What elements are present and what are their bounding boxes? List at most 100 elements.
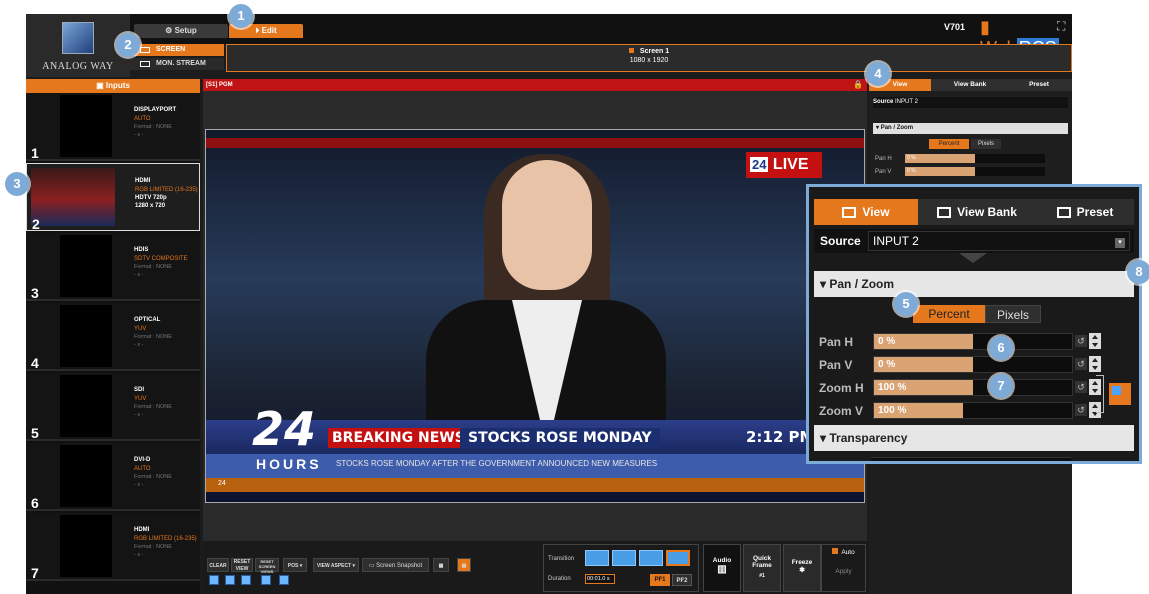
align-center-icon[interactable] bbox=[225, 575, 235, 585]
reset-icon[interactable]: ↺ bbox=[1075, 335, 1087, 347]
duration-label: Duration bbox=[548, 576, 571, 582]
input-thumbnail bbox=[60, 445, 112, 507]
align-right-icon[interactable] bbox=[241, 575, 251, 585]
marker-8: 8 bbox=[1127, 260, 1149, 284]
row-slider[interactable]: 0 % bbox=[873, 333, 1073, 350]
input-signal: RGB LIMITED (16-235) bbox=[134, 536, 197, 542]
reset-view-button[interactable]: RESET VIEW bbox=[231, 558, 253, 572]
input-title: SDI bbox=[134, 387, 145, 393]
input-resolution: - x - bbox=[134, 482, 144, 488]
audio-button[interactable]: Audio ▥ bbox=[703, 544, 741, 592]
pan-zoom-section[interactable]: ▾ Pan / Zoom bbox=[814, 271, 1134, 297]
quick-frame-label: Quick Frame bbox=[752, 555, 772, 569]
transparency-section[interactable]: ▾ Transparency bbox=[814, 425, 1134, 451]
percent-toggle[interactable]: Percent bbox=[913, 305, 985, 323]
pan-zoom-section-small[interactable]: ▾ Pan / Zoom bbox=[873, 123, 1068, 134]
source-label-small: Source bbox=[873, 99, 894, 105]
transition-fade-button[interactable] bbox=[639, 550, 663, 566]
input-resolution: - x - bbox=[134, 272, 144, 278]
input-format: Format : NONE bbox=[134, 544, 172, 550]
input-item-1[interactable]: 1 DISPLAYPORT AUTO Format : NONE - x - bbox=[26, 93, 200, 161]
transition-cut-button[interactable] bbox=[585, 550, 609, 566]
pos-dropdown[interactable]: POS ▾ bbox=[283, 558, 307, 572]
tab-screen[interactable]: SCREEN bbox=[130, 44, 224, 56]
apply-button[interactable]: Apply bbox=[822, 568, 865, 575]
stepper-icon[interactable] bbox=[1089, 356, 1101, 372]
red-stripe bbox=[206, 138, 864, 148]
grid-icon[interactable]: ▦ bbox=[433, 558, 449, 572]
fullscreen-icon[interactable]: ⛶ bbox=[1057, 19, 1065, 34]
input-number: 2 bbox=[32, 216, 40, 232]
transition-mix-button[interactable] bbox=[666, 550, 690, 566]
row-slider[interactable]: 100 % bbox=[873, 379, 1073, 396]
input-thumbnail bbox=[60, 375, 112, 437]
row-slider[interactable]: 0 % bbox=[873, 356, 1073, 373]
source-select-small[interactable]: Source INPUT 2 bbox=[873, 97, 1068, 108]
version-label: V701 bbox=[944, 22, 966, 32]
input-signal: YUV bbox=[134, 396, 147, 402]
screen-snapshot-button[interactable]: ▭ Screen Snapshot bbox=[362, 558, 429, 572]
freeze-button[interactable]: Freeze ✱ bbox=[783, 544, 821, 592]
link-zoom-icon[interactable] bbox=[1109, 383, 1131, 405]
tab-view-bank[interactable]: View Bank bbox=[922, 199, 1032, 225]
pixels-toggle-small[interactable]: Pixels bbox=[971, 139, 1001, 149]
hours-label: HOURS bbox=[256, 456, 322, 472]
view-aspect-dropdown[interactable]: VIEW ASPECT ▾ bbox=[313, 558, 359, 572]
input-item-4[interactable]: 4 OPTICAL YUV Format : NONE - x - bbox=[26, 303, 200, 371]
input-item-5[interactable]: 5 SDI YUV Format : NONE - x - bbox=[26, 373, 200, 441]
align-left-icon[interactable] bbox=[209, 575, 219, 585]
pixels-toggle[interactable]: Pixels bbox=[985, 305, 1041, 323]
input-item-3[interactable]: 3 HDIS SDTV COMPOSITE Format : NONE - x - bbox=[26, 233, 200, 301]
tab-preset[interactable]: Preset bbox=[1036, 199, 1134, 225]
auto-checkbox[interactable]: Auto bbox=[822, 548, 865, 556]
pan-v-bar-small[interactable]: 0 % bbox=[905, 167, 1045, 176]
tab-viewbank-small[interactable]: View Bank bbox=[935, 79, 1005, 91]
input-title: HDMI bbox=[134, 527, 150, 533]
setup-button[interactable]: ⚙ Setup bbox=[134, 24, 228, 38]
clear-button[interactable]: CLEAR bbox=[207, 558, 229, 572]
layer-frame[interactable]: 24 LIVE 24 BREAKING NEWS STOCKS ROSE MON… bbox=[205, 129, 865, 503]
auto-check-icon bbox=[832, 548, 839, 554]
input-resolution: 1280 x 720 bbox=[135, 203, 166, 209]
transparency-bar[interactable] bbox=[871, 457, 1071, 461]
audio-icon: ▥ bbox=[717, 564, 727, 575]
reset-icon[interactable]: ↺ bbox=[1075, 381, 1087, 393]
fill-icon[interactable] bbox=[279, 575, 289, 585]
quick-frame-button[interactable]: Quick Frame #1 bbox=[743, 544, 781, 592]
live-badge: 24 LIVE bbox=[746, 152, 822, 178]
screen-1-selector[interactable]: Screen 1 1080 x 1920 bbox=[226, 44, 1072, 72]
pf1-button[interactable]: PF1 bbox=[650, 574, 670, 586]
crawl-text-2: 24 bbox=[218, 480, 226, 487]
audio-label: Audio bbox=[712, 557, 732, 564]
tab-screen-label: SCREEN bbox=[156, 46, 186, 53]
input-title: DISPLAYPORT bbox=[134, 107, 177, 113]
percent-toggle-small[interactable]: Percent bbox=[929, 139, 969, 149]
screen-strip: SCREEN MON. STREAM Screen 1 1080 x 1920 bbox=[130, 44, 1072, 72]
pan-h-bar-small[interactable]: 0 % bbox=[905, 154, 1045, 163]
row-pan-h: Pan H 0 % ↺ bbox=[819, 333, 1109, 351]
input-title: OPTICAL bbox=[134, 317, 161, 323]
tab-mon-stream[interactable]: MON. STREAM bbox=[130, 58, 224, 70]
inputs-header[interactable]: ▣ Inputs bbox=[26, 79, 200, 93]
source-select[interactable]: INPUT 2 ▾ bbox=[868, 231, 1130, 251]
duration-input[interactable]: 00:01.0 s bbox=[585, 574, 615, 584]
input-item-6[interactable]: 6 DVI-D AUTO Format : NONE - x - bbox=[26, 443, 200, 511]
lock-icon[interactable]: 🔒 bbox=[853, 79, 863, 91]
layout-icon[interactable]: ▤ bbox=[457, 558, 471, 572]
tab-view[interactable]: View bbox=[814, 199, 918, 225]
fit-icon[interactable] bbox=[261, 575, 271, 585]
input-signal: RGB LIMITED (16-235) bbox=[135, 187, 198, 193]
transition-wipe-button[interactable] bbox=[612, 550, 636, 566]
pf2-button[interactable]: PF2 bbox=[672, 574, 692, 586]
tab-preset-small[interactable]: Preset bbox=[1007, 79, 1071, 91]
input-item-2[interactable]: 2 HDMI RGB LIMITED (16-235) HDTV 720p 1280 x… bbox=[26, 163, 200, 232]
input-item-7[interactable]: 7 HDMI RGB LIMITED (16-235) Format : NONE - … bbox=[26, 513, 200, 581]
reset-icon[interactable]: ↺ bbox=[1075, 404, 1087, 416]
row-slider[interactable]: 100 % bbox=[873, 402, 1073, 419]
live-channel-num: 24 bbox=[750, 157, 769, 172]
row-value: 100 % bbox=[878, 382, 907, 393]
reset-icon[interactable]: ↺ bbox=[1075, 358, 1087, 370]
program-canvas[interactable]: 24 LIVE 24 BREAKING NEWS STOCKS ROSE MON… bbox=[203, 91, 867, 541]
reset-screen-views-button[interactable]: RESET SCREEN VIEWS bbox=[255, 558, 279, 574]
stepper-icon[interactable] bbox=[1089, 333, 1101, 349]
